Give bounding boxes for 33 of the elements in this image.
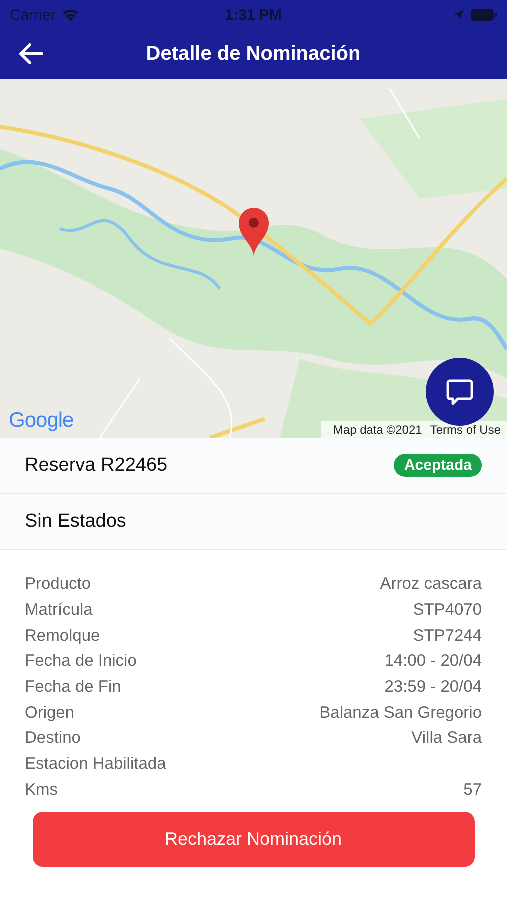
map-logo: Google — [9, 409, 74, 433]
detail-label: Origen — [25, 704, 75, 723]
map-attribution: Map data ©2021 — [333, 423, 422, 437]
speech-bubble-icon — [445, 377, 475, 407]
location-arrow-icon — [453, 9, 465, 21]
status-badge: Aceptada — [394, 454, 482, 477]
detail-value: 14:00 - 20/04 — [384, 652, 482, 672]
reservation-title: Reserva R22465 — [25, 454, 168, 476]
detail-value: Villa Sara — [412, 729, 482, 748]
screen-title: Detalle de Nominación — [146, 43, 361, 66]
detail-label: Remolque — [25, 626, 100, 646]
wifi-icon — [62, 8, 80, 22]
carrier-label: Carrier — [10, 6, 56, 24]
reject-button[interactable]: Rechazar Nominación — [32, 812, 474, 868]
detail-value: Balanza San Gregorio — [320, 704, 482, 723]
battery-icon — [471, 9, 497, 21]
back-arrow-icon[interactable] — [18, 43, 44, 65]
detail-value: 23:59 - 20/04 — [384, 678, 482, 698]
detail-label: Estacion Habilitada — [25, 755, 166, 774]
detail-value: STP4070 — [413, 601, 482, 620]
detail-value: 57 — [464, 780, 482, 800]
detail-value: STP7244 — [413, 626, 482, 646]
detail-label: Fecha de Fin — [25, 678, 122, 698]
map-pin-icon — [238, 207, 270, 257]
detail-value: Arroz cascara — [380, 575, 482, 594]
detail-label: Fecha de Inicio — [25, 652, 137, 672]
terms-link[interactable]: Terms of Use — [430, 423, 501, 437]
detail-label: Kms — [25, 780, 58, 800]
detail-label: Matrícula — [25, 601, 93, 620]
clock-time: 1:31 PM — [225, 6, 282, 24]
states-title: Sin Estados — [25, 510, 126, 532]
detail-label: Destino — [25, 729, 81, 748]
detail-label: Producto — [25, 575, 92, 594]
